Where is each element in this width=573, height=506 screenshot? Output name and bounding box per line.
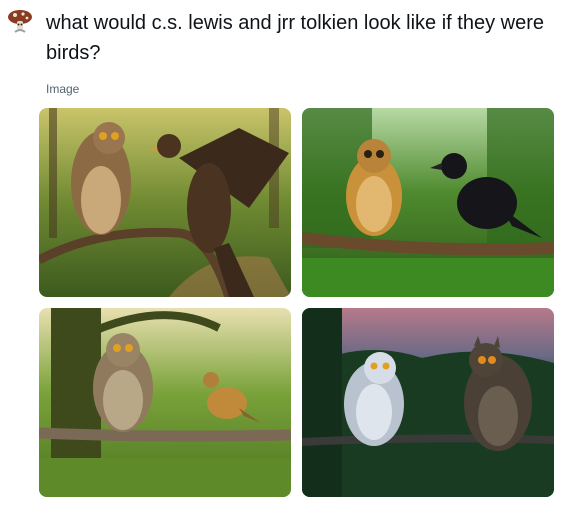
owl-and-robin-image — [39, 308, 291, 497]
image-tile-4[interactable] — [302, 308, 554, 497]
snowy-owl-and-eagle-owl-image — [302, 308, 554, 497]
media-type-label: Image — [46, 82, 80, 96]
owl-and-hawk-image — [39, 108, 291, 297]
avatar[interactable] — [6, 6, 36, 36]
mushroom-avatar-icon — [8, 10, 32, 33]
image-tile-3[interactable] — [39, 308, 291, 497]
image-tile-1[interactable] — [39, 108, 291, 297]
post-prompt-text: what would c.s. lewis and jrr tolkien lo… — [46, 12, 544, 64]
image-tile-2[interactable] — [302, 108, 554, 297]
owl-and-raven-image — [302, 108, 554, 297]
